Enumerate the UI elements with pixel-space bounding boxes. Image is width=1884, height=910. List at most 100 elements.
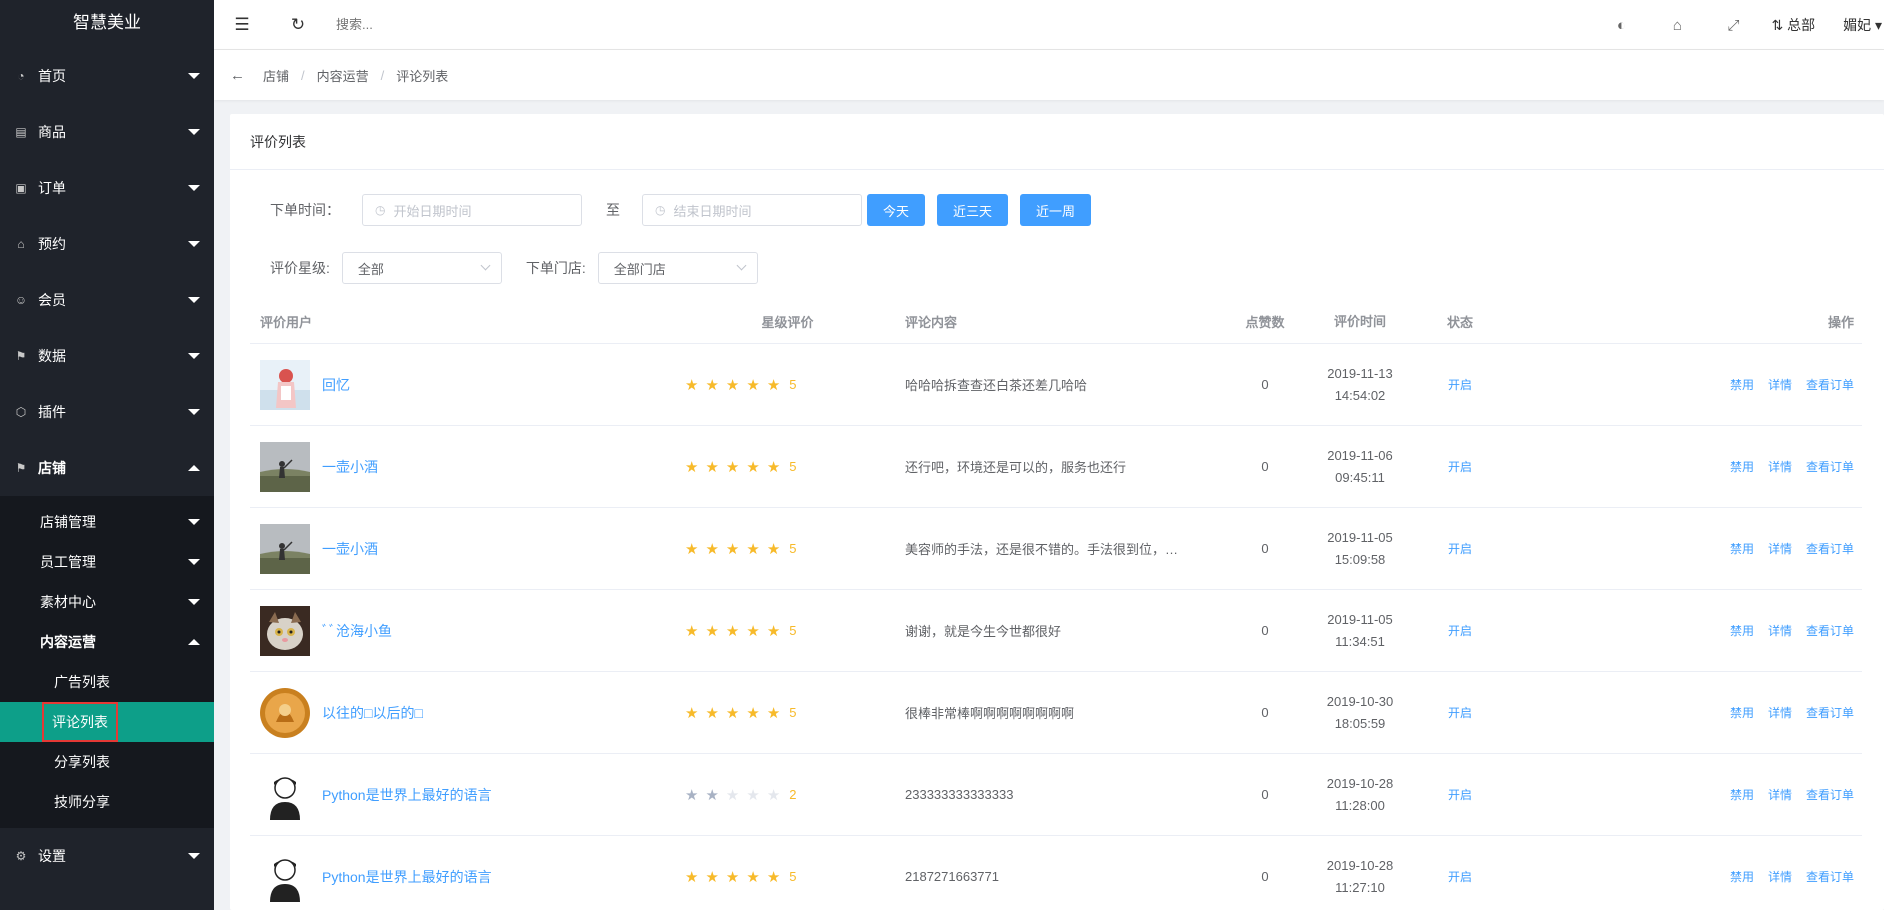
fullscreen-icon[interactable]: ⤢ xyxy=(1705,17,1761,34)
submenu-item-staff-manage[interactable]: 员工管理 xyxy=(0,542,214,582)
menu-item[interactable]: ⬡ 插件 xyxy=(0,384,214,440)
store-select[interactable]: 全部门店 xyxy=(597,252,758,284)
tag-icon[interactable]: ⌂ xyxy=(1649,17,1705,34)
view-order-button[interactable]: 查看订单 xyxy=(1806,870,1854,884)
disable-button[interactable]: 禁用 xyxy=(1730,624,1754,638)
star-icon: ★ xyxy=(705,540,719,558)
cell-likes: 0 xyxy=(1261,705,1269,720)
user-name-link[interactable]: 一壶小酒 xyxy=(322,457,378,477)
menu-item-settings[interactable]: ⚙ 设置 xyxy=(0,828,214,884)
breadcrumb-separator: / xyxy=(380,67,385,83)
detail-button[interactable]: 详情 xyxy=(1768,788,1792,802)
start-date-placeholder: 开始日期时间 xyxy=(393,203,472,219)
goods-icon: ▤ xyxy=(15,125,27,139)
last-week-button[interactable]: 近一周 xyxy=(1020,194,1092,226)
leaf-item-comment-list[interactable]: 评论列表 xyxy=(0,702,214,742)
view-order-button[interactable]: 查看订单 xyxy=(1806,788,1854,802)
disable-button[interactable]: 禁用 xyxy=(1730,542,1754,556)
cell-stars: ★ ★ ★ ★ ★ 5 xyxy=(680,622,895,640)
leaf-item-share-list[interactable]: 分享列表 xyxy=(0,742,214,782)
cell-status: 开启 xyxy=(1415,622,1505,639)
menu-item[interactable]: ▤ 商品 xyxy=(0,104,214,160)
menu-item[interactable]: ⚑ 数据 xyxy=(0,328,214,384)
refresh-icon[interactable]: ↻ xyxy=(270,0,326,50)
star-icon: ★ xyxy=(746,704,760,722)
breadcrumb-item-current: 评论列表 xyxy=(396,68,449,84)
home-icon: ⌂ xyxy=(17,237,25,251)
submenu-item-store-manage[interactable]: 店铺管理 xyxy=(0,502,214,542)
status-toggle[interactable]: 开启 xyxy=(1448,542,1472,556)
rating-select[interactable]: 全部 xyxy=(341,252,502,284)
breadcrumb: ← 店铺 / 内容运营 / 评论列表 xyxy=(214,50,1884,100)
breadcrumb-item[interactable]: 内容运营 xyxy=(317,66,369,85)
menu-fold-icon[interactable]: ☰ xyxy=(214,0,270,50)
view-order-button[interactable]: 查看订单 xyxy=(1806,378,1854,392)
cell-ops: 禁用 详情 查看订单 xyxy=(1505,622,1862,639)
menu-label: 设置 xyxy=(38,848,66,864)
star-icon: ★ xyxy=(685,540,699,558)
menu-item[interactable]: ☺ 会员 xyxy=(0,272,214,328)
user-name-link[interactable]: 以往的□以后的□ xyxy=(322,703,423,723)
cell-stars: ★ ★ ★ ★ ★ 5 xyxy=(680,868,895,886)
disable-button[interactable]: 禁用 xyxy=(1730,788,1754,802)
disable-button[interactable]: 禁用 xyxy=(1730,460,1754,474)
cell-user: 回忆 xyxy=(250,359,680,410)
today-button[interactable]: 今天 xyxy=(867,194,926,226)
disable-button[interactable]: 禁用 xyxy=(1730,870,1754,884)
status-toggle[interactable]: 开启 xyxy=(1448,624,1472,638)
user-menu[interactable]: 媚妃 ▾ xyxy=(1843,15,1884,35)
disable-button[interactable]: 禁用 xyxy=(1730,378,1754,392)
detail-button[interactable]: 详情 xyxy=(1768,870,1792,884)
status-toggle[interactable]: 开启 xyxy=(1448,870,1472,884)
user-name-link[interactable]: Python是世界上最好的语言 xyxy=(322,785,492,805)
status-toggle[interactable]: 开启 xyxy=(1448,460,1472,474)
view-order-button[interactable]: 查看订单 xyxy=(1806,624,1854,638)
cell-stars: ★ ★ ★ ★ ★ 5 xyxy=(680,704,895,722)
leaf-item-ad-list[interactable]: 广告列表 xyxy=(0,662,214,702)
user-name-link[interactable]: Python是世界上最好的语言 xyxy=(322,867,492,887)
start-date-input[interactable]: ◷ 开始日期时间 xyxy=(362,194,582,226)
leaf-item-tech-share[interactable]: 技师分享 xyxy=(0,782,214,822)
search-input[interactable] xyxy=(336,17,636,32)
detail-button[interactable]: 详情 xyxy=(1768,378,1792,392)
menu-item[interactable]: ◔ 首页 xyxy=(0,48,214,104)
star-icon: ★ xyxy=(725,622,740,640)
plugin-icon: ⬡ xyxy=(15,405,27,419)
disable-button[interactable]: 禁用 xyxy=(1730,706,1754,720)
back-arrow-icon[interactable]: ← xyxy=(230,67,245,84)
detail-button[interactable]: 详情 xyxy=(1768,624,1792,638)
table-row: 一壶小酒 ★ ★ ★ ★ ★ 5 美容师的手法，还是很不错的。手法很到位，… 0 2019-11-… xyxy=(250,508,1862,590)
detail-button[interactable]: 详情 xyxy=(1768,460,1792,474)
status-toggle[interactable]: 开启 xyxy=(1448,378,1472,392)
view-order-button[interactable]: 查看订单 xyxy=(1806,460,1854,474)
submenu-item-content-ops[interactable]: 内容运营 xyxy=(0,622,214,662)
user-name-link[interactable]: ﾞﾞ沧海小鱼 xyxy=(322,621,392,641)
caret-down-icon xyxy=(188,297,200,303)
user-name-link[interactable]: 一壶小酒 xyxy=(322,539,378,559)
detail-button[interactable]: 详情 xyxy=(1768,706,1792,720)
hq-switch[interactable]: ⇅ 总部 xyxy=(1761,15,1843,35)
user-name-link[interactable]: 回忆 xyxy=(322,375,350,395)
last-3-days-button[interactable]: 近三天 xyxy=(937,194,1009,226)
palette-icon[interactable]: ◐ xyxy=(1593,17,1649,34)
branch-icon: ⇅ xyxy=(1771,17,1788,33)
menu-item[interactable]: ▣ 订单 xyxy=(0,160,214,216)
submenu-label: 员工管理 xyxy=(40,554,96,570)
menu-item[interactable]: ⌂ 预约 xyxy=(0,216,214,272)
status-toggle[interactable]: 开启 xyxy=(1448,706,1472,720)
cell-content: 谢谢，就是今生今世都很好 xyxy=(905,624,1062,639)
view-order-button[interactable]: 查看订单 xyxy=(1806,706,1854,720)
leaf-label: 技师分享 xyxy=(54,794,110,810)
end-date-input[interactable]: ◷ 结束日期时间 xyxy=(642,194,862,226)
gear-icon: ⚙ xyxy=(15,849,27,863)
star-icon: ★ xyxy=(705,786,719,804)
submenu-item-material-center[interactable]: 素材中心 xyxy=(0,582,214,622)
detail-button[interactable]: 详情 xyxy=(1768,542,1792,556)
table-row: Python是世界上最好的语言 ★ ★ ★ ★ ★ 5 2187271663771 0 2019-… xyxy=(250,836,1862,910)
view-order-button[interactable]: 查看订单 xyxy=(1806,542,1854,556)
menu-item-store[interactable]: ⚑ 店铺 xyxy=(0,440,214,496)
breadcrumb-item[interactable]: 店铺 xyxy=(263,66,289,85)
table-header: 评价用户 星级评价 评论内容 点赞数 评价时间 状态 操作 xyxy=(250,300,1862,344)
status-toggle[interactable]: 开启 xyxy=(1448,788,1472,802)
star-icon: ★ xyxy=(705,622,719,640)
